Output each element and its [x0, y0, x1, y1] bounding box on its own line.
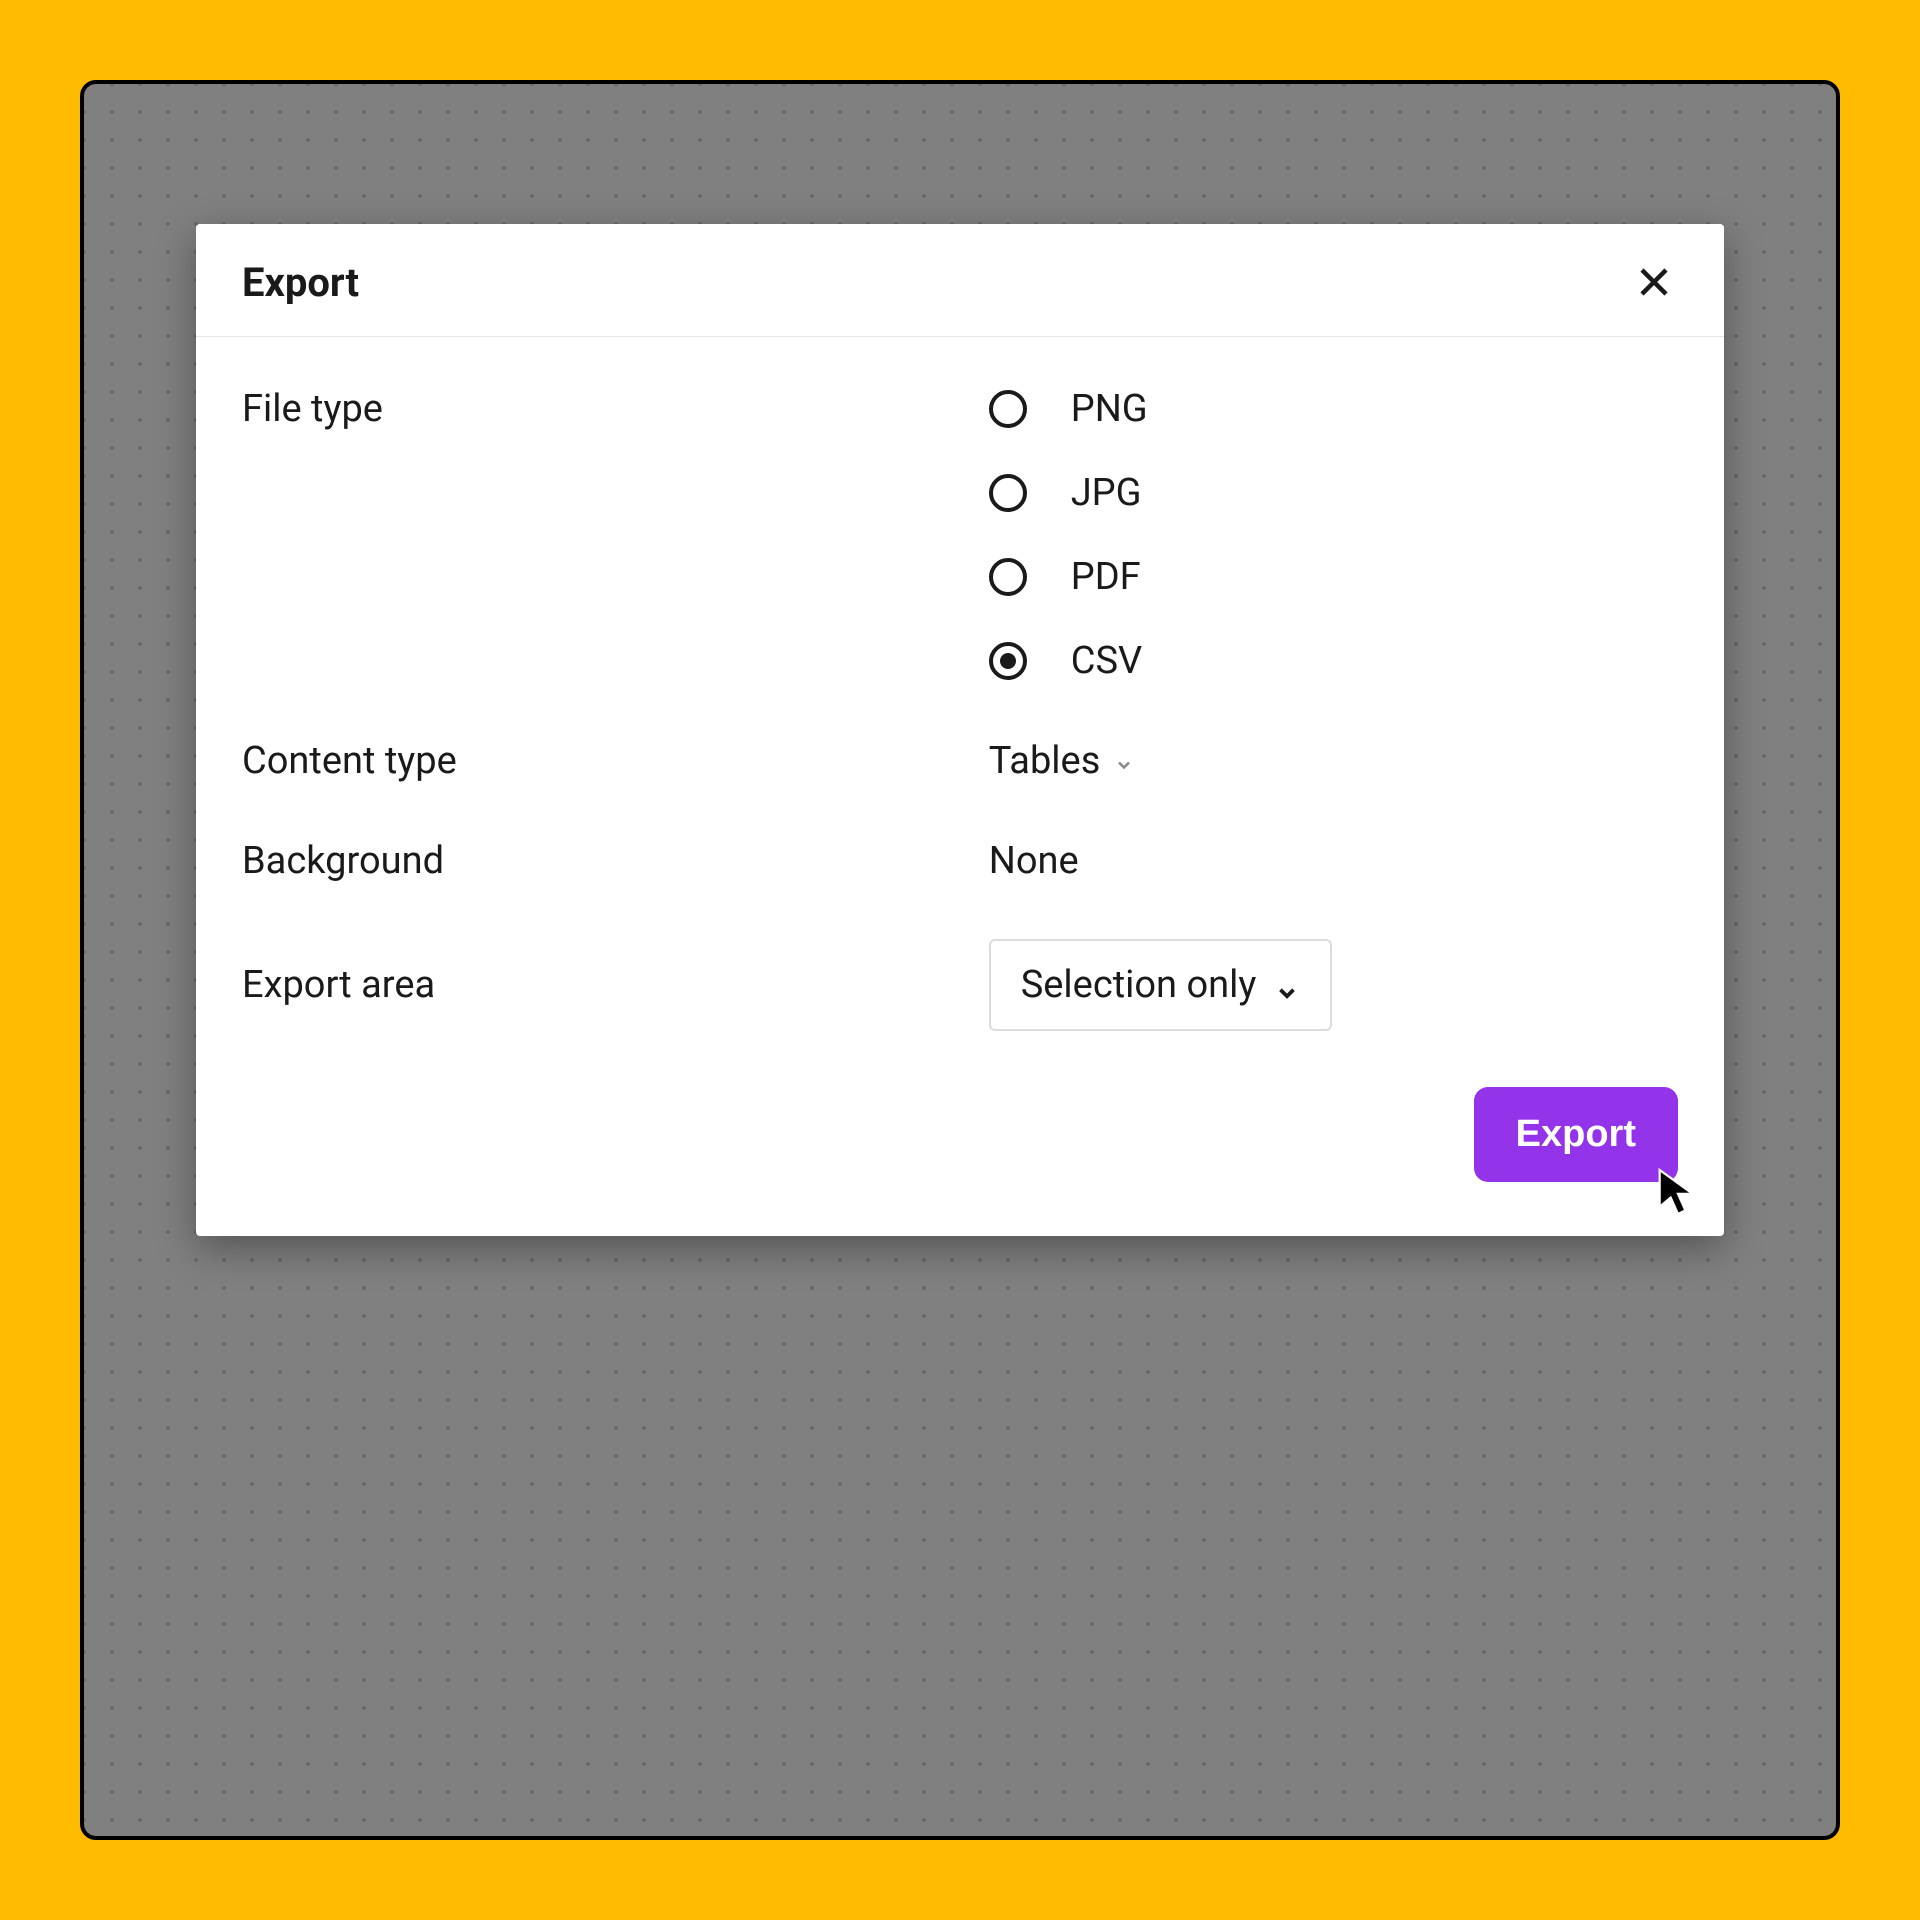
export-area-label: Export area	[242, 963, 989, 1007]
file-type-option-label: JPG	[1071, 471, 1142, 515]
export-dialog: Export File type PNG	[196, 224, 1724, 1236]
radio-icon	[989, 390, 1027, 428]
chevron-down-icon	[1274, 972, 1300, 998]
dialog-body: File type PNG JPG PDF	[196, 337, 1724, 1031]
background-label: Background	[242, 839, 989, 883]
file-type-radio-group: PNG JPG PDF CSV	[989, 387, 1678, 683]
export-area-row: Export area Selection only	[242, 939, 1678, 1031]
content-type-row: Content type Tables	[242, 739, 1678, 783]
file-type-row: File type PNG JPG PDF	[242, 387, 1678, 683]
close-icon	[1636, 264, 1672, 300]
file-type-option-label: PNG	[1071, 387, 1148, 431]
file-type-control: PNG JPG PDF CSV	[989, 387, 1678, 683]
export-area-value: Selection only	[1021, 963, 1257, 1007]
dialog-header: Export	[196, 224, 1724, 337]
content-type-label: Content type	[242, 739, 989, 783]
background-row: Background None	[242, 839, 1678, 883]
dialog-footer: Export	[196, 1087, 1724, 1182]
file-type-label: File type	[242, 387, 989, 431]
background-control: None	[989, 839, 1678, 883]
chevron-down-icon	[1114, 741, 1134, 761]
export-area-control: Selection only	[989, 939, 1678, 1031]
export-area-select[interactable]: Selection only	[989, 939, 1333, 1031]
export-button[interactable]: Export	[1474, 1087, 1678, 1182]
content-type-select[interactable]: Tables	[989, 739, 1135, 783]
radio-icon	[989, 558, 1027, 596]
file-type-option-png[interactable]: PNG	[989, 387, 1678, 431]
file-type-option-jpg[interactable]: JPG	[989, 471, 1678, 515]
background-value: None	[989, 839, 1678, 883]
radio-icon	[989, 474, 1027, 512]
file-type-option-label: CSV	[1071, 639, 1143, 683]
file-type-option-pdf[interactable]: PDF	[989, 555, 1678, 599]
close-button[interactable]	[1630, 258, 1678, 306]
canvas-frame: Export File type PNG	[80, 80, 1840, 1840]
content-type-value: Tables	[989, 739, 1101, 783]
file-type-option-label: PDF	[1071, 555, 1141, 599]
content-type-control: Tables	[989, 739, 1678, 783]
dialog-title: Export	[242, 259, 359, 306]
file-type-option-csv[interactable]: CSV	[989, 639, 1678, 683]
radio-icon	[989, 642, 1027, 680]
